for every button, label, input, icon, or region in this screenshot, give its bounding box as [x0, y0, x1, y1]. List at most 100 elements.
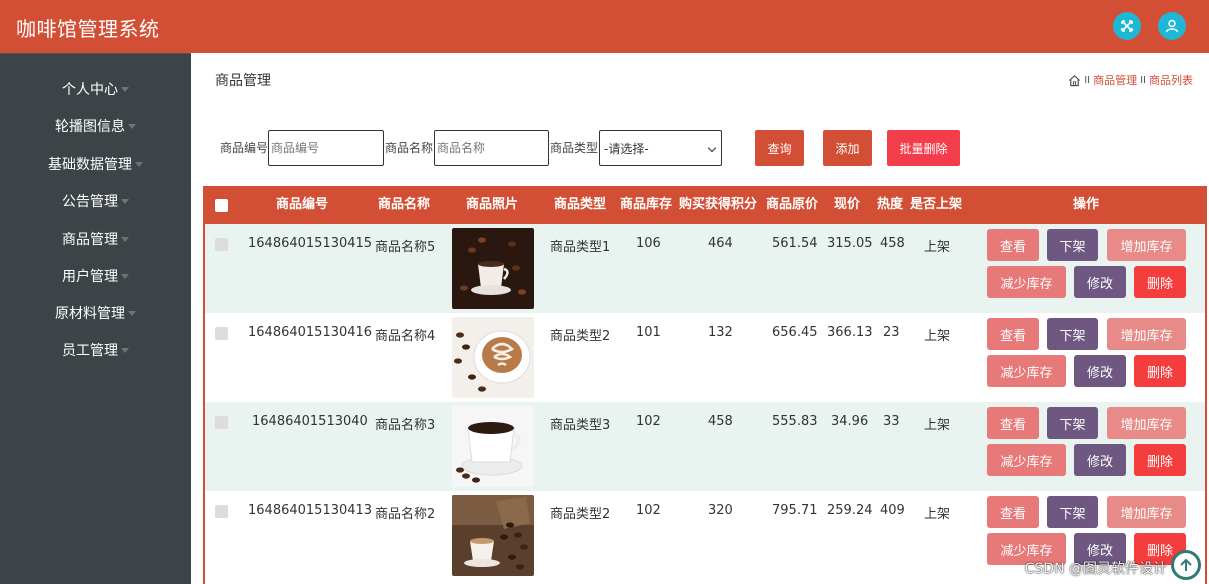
sidebar-item-products[interactable]: 商品管理: [0, 224, 191, 254]
sidebar-item-staff[interactable]: 员工管理: [0, 335, 191, 365]
add-stock-button[interactable]: 增加库存: [1107, 318, 1186, 350]
product-code-label: 商品编号: [220, 141, 269, 155]
breadcrumb-product-list[interactable]: 商品列表: [1149, 72, 1193, 88]
offline-button[interactable]: 下架: [1047, 496, 1098, 528]
table-row: 164864015130416 商品名称4 商品类型2 101 132 656.…: [205, 313, 1205, 402]
product-code-input[interactable]: [268, 130, 384, 166]
sidebar-item-personal-center[interactable]: 个人中心: [0, 74, 191, 104]
offline-button[interactable]: 下架: [1047, 229, 1098, 261]
search-button[interactable]: 查询: [755, 130, 804, 166]
row-checkbox[interactable]: [215, 238, 228, 251]
reduce-stock-button[interactable]: 减少库存: [987, 444, 1066, 476]
column-header-hot: 热度: [877, 197, 904, 212]
add-stock-button[interactable]: 增加库存: [1107, 407, 1186, 439]
cell-name: 商品名称2: [375, 507, 436, 522]
cell-current-price: 34.96: [831, 414, 869, 429]
cell-stock: 102: [636, 503, 661, 518]
watermark-text: CSDN @图灵软件设计: [1024, 561, 1167, 577]
cell-points: 458: [708, 414, 733, 429]
user-profile-button[interactable]: [1158, 12, 1186, 40]
column-header-code: 商品编号: [276, 197, 329, 212]
column-header-name: 商品名称: [378, 197, 431, 212]
top-header: 咖啡馆管理系统: [0, 0, 1209, 53]
product-type-select-value: -请选择-: [604, 141, 649, 156]
reduce-stock-button[interactable]: 减少库存: [987, 355, 1066, 387]
cell-original-price: 795.71: [772, 503, 818, 518]
product-name-input[interactable]: [434, 130, 549, 166]
breadcrumb-separator: II: [1140, 74, 1146, 86]
fullscreen-button[interactable]: [1113, 12, 1141, 40]
cell-hot: 458: [880, 236, 905, 251]
sidebar-item-label: 公告管理: [62, 194, 118, 210]
delete-button[interactable]: 删除: [1134, 355, 1186, 387]
chevron-down-icon: [121, 236, 129, 242]
sidebar: 个人中心 轮播图信息 基础数据管理 公告管理 商品管理 用户管理 原材料管理 员…: [0, 53, 191, 584]
reduce-stock-button[interactable]: 减少库存: [987, 266, 1066, 298]
product-photo: [452, 495, 534, 576]
latte-art-icon: [452, 317, 534, 398]
row-checkbox[interactable]: [215, 416, 228, 429]
sidebar-item-materials[interactable]: 原材料管理: [0, 298, 191, 328]
table-row: 164864015130415 商品名称5 商品类型1 106 464 561.…: [205, 224, 1205, 313]
column-header-stock: 商品库存: [620, 197, 673, 212]
cell-original-price: 561.54: [772, 236, 818, 251]
cell-current-price: 366.13: [827, 325, 873, 340]
cell-current-price: 259.24: [827, 503, 873, 518]
cell-original-price: 555.83: [772, 414, 818, 429]
chevron-down-icon: [121, 347, 129, 353]
product-type-label: 商品类型: [550, 141, 599, 155]
delete-button[interactable]: 删除: [1134, 266, 1186, 298]
add-stock-button[interactable]: 增加库存: [1107, 496, 1186, 528]
breadcrumb: II 商品管理 II 商品列表: [1068, 72, 1193, 88]
sidebar-item-label: 商品管理: [62, 232, 118, 248]
sidebar-item-users[interactable]: 用户管理: [0, 261, 191, 291]
add-stock-button[interactable]: 增加库存: [1107, 229, 1186, 261]
cell-hot: 409: [880, 503, 905, 518]
select-all-checkbox[interactable]: [215, 199, 228, 212]
column-header-type: 商品类型: [554, 197, 607, 212]
row-checkbox[interactable]: [215, 505, 228, 518]
view-button[interactable]: 查看: [987, 496, 1039, 528]
home-icon[interactable]: [1068, 74, 1081, 87]
cell-type: 商品类型2: [550, 329, 611, 344]
column-header-current-price: 现价: [834, 197, 861, 212]
chevron-down-icon: [121, 86, 129, 92]
view-button[interactable]: 查看: [987, 229, 1039, 261]
edit-button[interactable]: 修改: [1074, 444, 1126, 476]
edit-button[interactable]: 修改: [1074, 355, 1126, 387]
chevron-down-icon: [128, 123, 136, 129]
batch-delete-button[interactable]: 批量删除: [887, 130, 960, 166]
fullscreen-icon: [1121, 20, 1133, 32]
offline-button[interactable]: 下架: [1047, 407, 1098, 439]
edit-button[interactable]: 修改: [1074, 266, 1126, 298]
product-type-select[interactable]: -请选择-: [599, 130, 722, 166]
table-row: 16486401513040 商品名称3 商品类型3 102 458 555.8…: [205, 402, 1205, 491]
sidebar-item-label: 原材料管理: [55, 306, 125, 322]
cell-points: 320: [708, 503, 733, 518]
table-header: 商品编号 商品名称 商品照片 商品类型 商品库存 购买获得积分 商品原价 现价 …: [205, 186, 1205, 224]
sidebar-item-announcements[interactable]: 公告管理: [0, 186, 191, 216]
chevron-down-icon: [121, 273, 129, 279]
cell-listed: 上架: [924, 240, 951, 255]
view-button[interactable]: 查看: [987, 318, 1039, 350]
app-title: 咖啡馆管理系统: [16, 17, 160, 41]
column-header-operations: 操作: [1073, 197, 1100, 212]
delete-button[interactable]: 删除: [1134, 444, 1186, 476]
espresso-beans-icon: [452, 495, 534, 576]
cell-type: 商品类型1: [550, 240, 611, 255]
offline-button[interactable]: 下架: [1047, 318, 1098, 350]
breadcrumb-product-management[interactable]: 商品管理: [1093, 72, 1137, 88]
product-name-label: 商品名称: [385, 141, 434, 155]
cell-original-price: 656.45: [772, 325, 818, 340]
sidebar-item-carousel[interactable]: 轮播图信息: [0, 111, 191, 141]
column-header-listed: 是否上架: [910, 197, 963, 212]
view-button[interactable]: 查看: [987, 407, 1039, 439]
sidebar-item-label: 员工管理: [62, 343, 118, 359]
row-checkbox[interactable]: [215, 327, 228, 340]
page-title: 商品管理: [215, 73, 271, 89]
back-to-top-button[interactable]: [1171, 550, 1201, 580]
column-header-points: 购买获得积分: [679, 197, 758, 212]
sidebar-item-basic-data[interactable]: 基础数据管理: [0, 149, 191, 179]
product-table: 商品编号 商品名称 商品照片 商品类型 商品库存 购买获得积分 商品原价 现价 …: [203, 186, 1207, 584]
add-button[interactable]: 添加: [823, 130, 872, 166]
